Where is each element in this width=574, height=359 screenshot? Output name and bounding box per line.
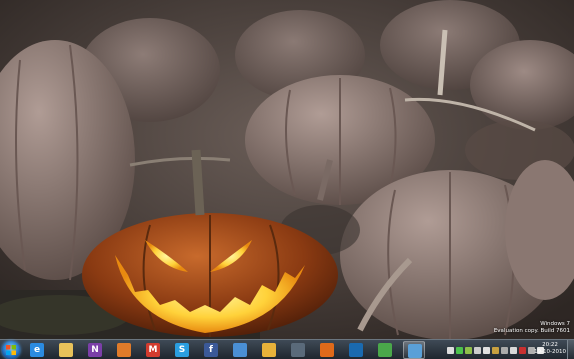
taskbar-people-button[interactable]: [374, 341, 396, 359]
tray-icon-3[interactable]: [465, 346, 472, 354]
clock-time: 20:22: [542, 342, 558, 348]
firefox-icon: [320, 343, 334, 357]
people-icon: [378, 343, 392, 357]
tray-icon-1[interactable]: [447, 346, 454, 354]
taskbar-onenote-button[interactable]: N: [84, 341, 106, 359]
windows-logo-icon: [6, 345, 16, 355]
taskbar-mail-button[interactable]: [113, 341, 135, 359]
windows-watermark: Windows 7 Evaluation copy. Build 7601: [494, 321, 570, 335]
notes-icon: [262, 343, 276, 357]
skype-icon: S: [175, 343, 189, 357]
watermark-build: Evaluation copy. Build 7601: [493, 328, 570, 334]
show-desktop-button[interactable]: [567, 340, 574, 359]
messenger-icon: [291, 343, 305, 357]
tray-icon-5[interactable]: [483, 346, 490, 354]
taskbar-gmail-button[interactable]: M: [142, 341, 164, 359]
taskbar-notes-button[interactable]: [258, 341, 280, 359]
start-button[interactable]: [2, 341, 20, 359]
explorer-folder-icon: [59, 343, 73, 357]
onenote-icon: N: [88, 343, 102, 357]
gmail-icon: M: [146, 343, 160, 357]
wallpaper-pumpkins: [0, 0, 574, 339]
taskbar-window-app-button[interactable]: [403, 341, 425, 359]
facebook-icon: f: [204, 343, 218, 357]
tray-icon-6[interactable]: [492, 346, 499, 354]
clock[interactable]: 20:22 19-10-2010: [534, 342, 566, 356]
window-app-icon: [408, 344, 422, 358]
taskbar-skype-button[interactable]: S: [171, 341, 193, 359]
clock-date: 19-10-2010: [534, 349, 566, 355]
tray-icon-2[interactable]: [456, 346, 463, 354]
tray-icon-7[interactable]: [501, 346, 508, 354]
watermark-os: Windows 7: [540, 321, 570, 327]
ie-icon: e: [30, 343, 44, 357]
taskbar-explorer-folder-button[interactable]: [55, 341, 77, 359]
desktop: Windows 7 Evaluation copy. Build 7601: [0, 0, 574, 339]
taskbar-facebook-button[interactable]: f: [200, 341, 222, 359]
tray-icon-9[interactable]: [519, 346, 526, 354]
taskbar-globe-button[interactable]: [345, 341, 367, 359]
taskbar: e N M Sf 20:22 19-10-2010: [0, 339, 574, 359]
system-tray: [447, 343, 544, 357]
taskbar-messenger-button[interactable]: [287, 341, 309, 359]
taskbar-firefox-button[interactable]: [316, 341, 338, 359]
globe-icon: [349, 343, 363, 357]
tray-icon-4[interactable]: [474, 346, 481, 354]
taskbar-ie-button[interactable]: e: [26, 341, 48, 359]
mail-icon: [117, 343, 131, 357]
paint-icon: [233, 343, 247, 357]
tray-icon-8[interactable]: [510, 346, 517, 354]
taskbar-paint-button[interactable]: [229, 341, 251, 359]
